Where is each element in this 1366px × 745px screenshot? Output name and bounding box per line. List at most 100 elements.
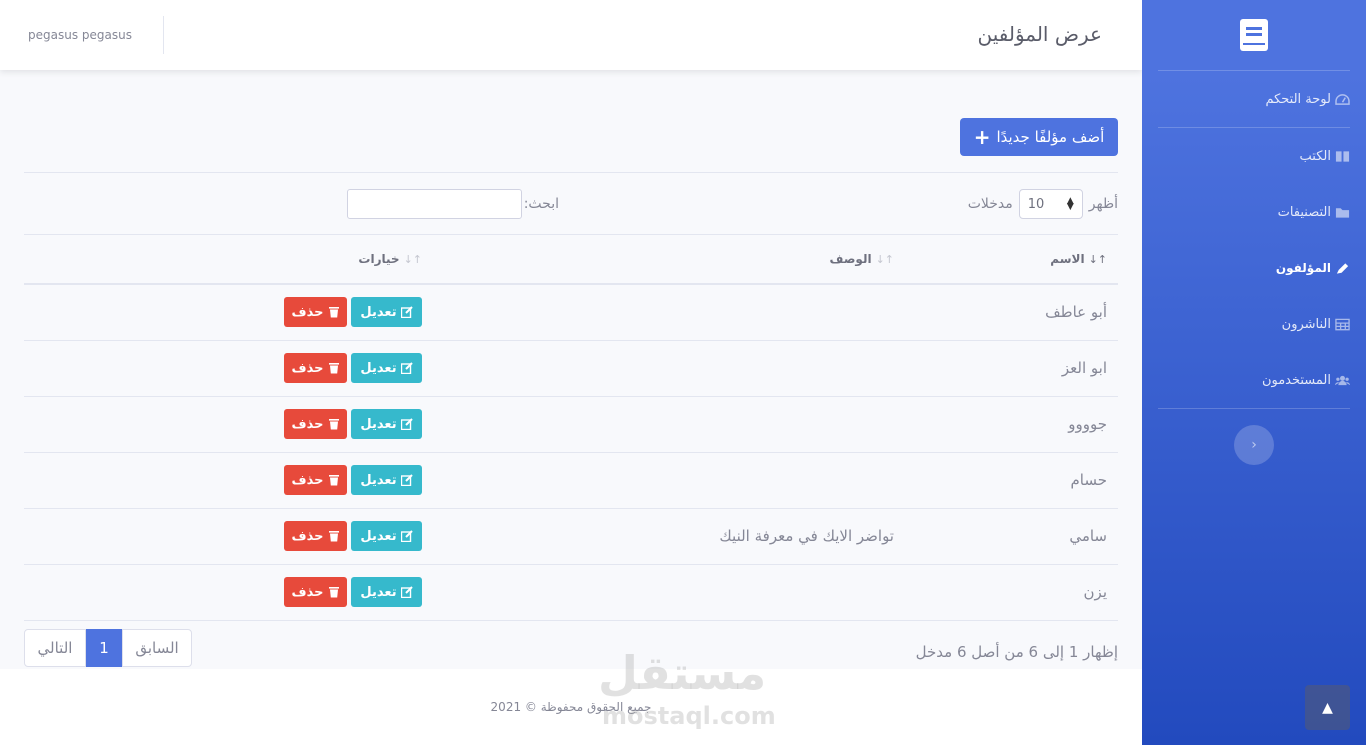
author-name-cell: يزن bbox=[906, 564, 1118, 621]
edit-label: تعديل bbox=[360, 360, 397, 376]
users-icon bbox=[1335, 375, 1350, 385]
delete-button[interactable]: حذف bbox=[284, 297, 347, 328]
edit-label: تعديل bbox=[360, 416, 397, 432]
sidebar-item-label: لوحة التحكم bbox=[1265, 91, 1331, 107]
search-label: ابحث: bbox=[523, 196, 559, 212]
pagination-next-button[interactable]: التالي bbox=[24, 629, 86, 667]
user-menu[interactable]: pegasus pegasus bbox=[28, 28, 132, 42]
sidebar-toggle-button[interactable]: ‹ bbox=[1234, 425, 1274, 465]
add-author-label: أضف مؤلفًا جديدًا bbox=[996, 128, 1105, 146]
delete-button[interactable]: حذف bbox=[284, 577, 347, 607]
sidebar-item-label: التصنيفات bbox=[1277, 204, 1331, 220]
delete-button[interactable]: حذف bbox=[284, 353, 347, 383]
column-header-options[interactable]: ↑↓خيارات bbox=[24, 235, 426, 285]
edit-label: تعديل bbox=[360, 528, 397, 544]
edit-icon bbox=[400, 306, 413, 319]
entries-label: مدخلات bbox=[967, 196, 1013, 212]
watermark-logo: مستقل bbox=[598, 646, 767, 700]
sidebar: لوحة التحكم الكتب التصنيفات المؤلفون الن… bbox=[1142, 0, 1366, 745]
delete-button[interactable]: حذف bbox=[284, 521, 347, 551]
table-icon bbox=[1335, 318, 1350, 330]
edit-button[interactable]: تعديل bbox=[351, 521, 422, 551]
page-title: عرض المؤلفين bbox=[977, 22, 1102, 46]
author-name-cell: ابو العز bbox=[906, 340, 1118, 397]
delete-button[interactable]: حذف bbox=[284, 465, 347, 495]
sort-icon: ↑↓ bbox=[1088, 253, 1107, 266]
column-header-description[interactable]: ↑↓الوصف bbox=[426, 235, 906, 285]
edit-button[interactable]: تعديل bbox=[351, 465, 422, 495]
page-size-control: أظهر 10 ▲ ▼ مدخلات bbox=[968, 189, 1118, 219]
search-input[interactable] bbox=[346, 189, 522, 219]
pagination-page-button[interactable]: 1 bbox=[86, 629, 122, 667]
search-control: ابحث: bbox=[346, 189, 559, 219]
trash-icon bbox=[328, 531, 339, 542]
authors-table: ↑↓الاسم ↑↓الوصف ↑↓خيارات أبو عاطف تعديل حذ… bbox=[24, 235, 1118, 621]
edit-icon bbox=[400, 362, 413, 374]
sidebar-item-label: المؤلفون bbox=[1275, 261, 1331, 275]
options-cell: تعديل حذف bbox=[24, 284, 426, 341]
table-row: يزن تعديل حذف bbox=[24, 564, 1118, 621]
delete-label: حذف bbox=[291, 416, 324, 432]
edit-icon bbox=[400, 474, 413, 486]
sidebar-item-books[interactable]: الكتب bbox=[1142, 128, 1366, 184]
trash-icon bbox=[328, 363, 339, 374]
delete-button[interactable]: حذف bbox=[284, 409, 347, 439]
pagination-previous-button[interactable]: السابق bbox=[122, 629, 192, 667]
author-description-cell: تواضر الايك في معرفة النيك bbox=[426, 508, 906, 565]
options-cell: تعديل حذف bbox=[24, 340, 426, 397]
page-size-select[interactable]: 10 ▲ ▼ bbox=[1018, 189, 1083, 219]
author-description-cell bbox=[426, 340, 906, 397]
sidebar-divider bbox=[1158, 408, 1350, 409]
table-row: حسام تعديل حذف bbox=[24, 452, 1118, 509]
edit-icon bbox=[400, 418, 413, 430]
edit-label: تعديل bbox=[360, 584, 397, 600]
book-icon bbox=[1240, 19, 1268, 51]
edit-button[interactable]: تعديل bbox=[351, 409, 422, 439]
delete-label: حذف bbox=[291, 584, 324, 600]
sidebar-item-categories[interactable]: التصنيفات bbox=[1142, 184, 1366, 240]
sort-arrows-icon: ▲ ▼ bbox=[1066, 196, 1074, 212]
sidebar-item-publishers[interactable]: الناشرون bbox=[1142, 296, 1366, 352]
sidebar-item-authors[interactable]: المؤلفون bbox=[1142, 240, 1366, 296]
trash-icon bbox=[328, 475, 339, 486]
book-open-icon bbox=[1335, 150, 1350, 162]
sidebar-item-label: الكتب bbox=[1299, 148, 1331, 164]
author-description-cell bbox=[426, 396, 906, 453]
column-header-name[interactable]: ↑↓الاسم bbox=[906, 235, 1118, 285]
table-row: ابو العز تعديل حذف bbox=[24, 340, 1118, 397]
delete-label: حذف bbox=[291, 472, 324, 488]
trash-icon bbox=[328, 587, 339, 598]
sidebar-brand[interactable] bbox=[1142, 0, 1366, 70]
sidebar-item-label: الناشرون bbox=[1281, 316, 1331, 332]
author-name-cell: حسام bbox=[906, 452, 1118, 509]
chevron-up-icon: ▲ bbox=[1322, 699, 1333, 716]
footer: جميع الحقوق محفوظة © 2021 bbox=[0, 669, 1142, 745]
edit-button[interactable]: تعديل bbox=[351, 577, 422, 607]
options-cell: تعديل حذف bbox=[24, 508, 426, 565]
table-row: جوووو تعديل حذف bbox=[24, 396, 1118, 453]
edit-button[interactable]: تعديل bbox=[351, 297, 422, 328]
delete-label: حذف bbox=[291, 360, 324, 376]
delete-label: حذف bbox=[291, 304, 324, 320]
watermark-url: mostaql.com bbox=[602, 702, 776, 730]
edit-icon bbox=[400, 530, 413, 542]
edit-label: تعديل bbox=[360, 304, 397, 320]
author-description-cell bbox=[426, 452, 906, 509]
scroll-to-top-button[interactable]: ▲ bbox=[1305, 685, 1350, 730]
table-header-row: ↑↓الاسم ↑↓الوصف ↑↓خيارات bbox=[24, 235, 1118, 285]
edit-button[interactable]: تعديل bbox=[351, 353, 422, 383]
show-label: أظهر bbox=[1088, 196, 1118, 212]
sidebar-item-users[interactable]: المستخدمون bbox=[1142, 352, 1366, 408]
pagination: التالي 1 السابق bbox=[24, 629, 192, 667]
chevron-left-icon: ‹ bbox=[1251, 437, 1257, 453]
table-info: إظهار 1 إلى 6 من أصل 6 مدخل bbox=[915, 643, 1118, 661]
author-name-cell: جوووو bbox=[906, 396, 1118, 453]
add-author-button[interactable]: + أضف مؤلفًا جديدًا bbox=[960, 118, 1118, 156]
sidebar-item-label: المستخدمون bbox=[1261, 372, 1331, 388]
pen-icon bbox=[1336, 262, 1349, 274]
plus-icon: + bbox=[973, 125, 991, 149]
topbar: عرض المؤلفين pegasus pegasus bbox=[0, 0, 1142, 70]
delete-label: حذف bbox=[291, 528, 324, 544]
sidebar-item-dashboard[interactable]: لوحة التحكم bbox=[1142, 71, 1366, 127]
page-size-value: 10 bbox=[1027, 196, 1045, 212]
